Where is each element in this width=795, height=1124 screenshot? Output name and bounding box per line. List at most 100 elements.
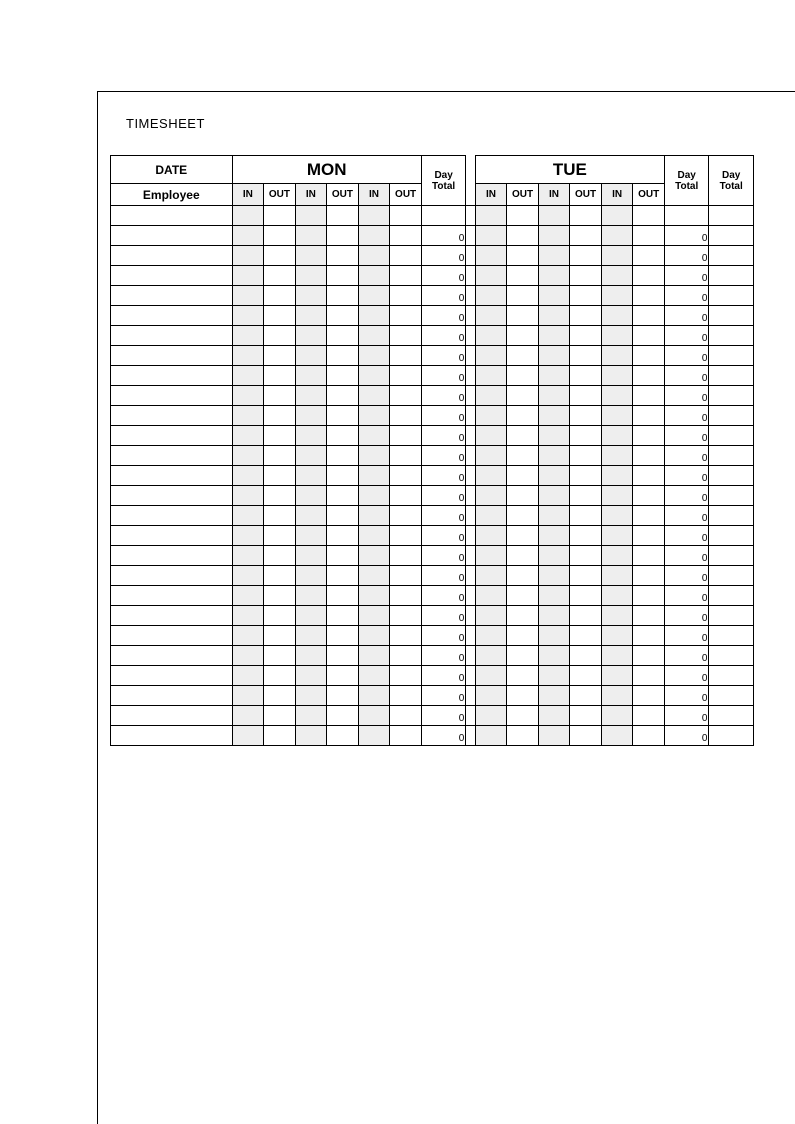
tue-in-1 bbox=[475, 606, 507, 626]
mon-day-total: 0 bbox=[421, 566, 465, 586]
tue-in-2 bbox=[538, 226, 570, 246]
tue-in-3 bbox=[601, 346, 633, 366]
mon-in-3 bbox=[358, 326, 390, 346]
mon-in-2 bbox=[295, 226, 327, 246]
mon-out-3 bbox=[390, 646, 422, 666]
mon-out-1 bbox=[264, 286, 296, 306]
tue-in-1 bbox=[475, 626, 507, 646]
tue-day-total: 0 bbox=[665, 686, 709, 706]
subheader-tue-out-2 bbox=[570, 206, 602, 226]
tue-day-total: 0 bbox=[665, 586, 709, 606]
tue-in-2 bbox=[538, 386, 570, 406]
header-tue-in-2: IN bbox=[538, 184, 570, 206]
tue-in-1 bbox=[475, 286, 507, 306]
mon-out-1 bbox=[264, 686, 296, 706]
tue-out-1 bbox=[507, 426, 539, 446]
mon-out-1 bbox=[264, 346, 296, 366]
extra-day-total bbox=[709, 646, 754, 666]
tue-day-total: 0 bbox=[665, 666, 709, 686]
table-row: 00 bbox=[111, 546, 754, 566]
tue-in-2 bbox=[538, 286, 570, 306]
header-gap bbox=[466, 156, 475, 206]
tue-in-1 bbox=[475, 566, 507, 586]
tue-out-1 bbox=[507, 606, 539, 626]
table-row: 00 bbox=[111, 426, 754, 446]
gap-cell bbox=[466, 626, 475, 646]
extra-day-total bbox=[709, 446, 754, 466]
tue-in-2 bbox=[538, 326, 570, 346]
mon-in-1 bbox=[232, 326, 264, 346]
mon-out-3 bbox=[390, 286, 422, 306]
tue-out-1 bbox=[507, 726, 539, 746]
mon-out-2 bbox=[327, 646, 359, 666]
mon-in-1 bbox=[232, 606, 264, 626]
mon-out-3 bbox=[390, 526, 422, 546]
tue-in-1 bbox=[475, 666, 507, 686]
mon-in-2 bbox=[295, 666, 327, 686]
tue-in-3 bbox=[601, 246, 633, 266]
mon-out-3 bbox=[390, 266, 422, 286]
mon-in-2 bbox=[295, 506, 327, 526]
mon-out-1 bbox=[264, 646, 296, 666]
header-tue-in-1: IN bbox=[475, 184, 507, 206]
extra-day-total bbox=[709, 706, 754, 726]
tue-in-3 bbox=[601, 526, 633, 546]
tue-out-3 bbox=[633, 726, 665, 746]
tue-in-1 bbox=[475, 506, 507, 526]
mon-out-1 bbox=[264, 426, 296, 446]
tue-in-3 bbox=[601, 626, 633, 646]
tue-in-2 bbox=[538, 726, 570, 746]
mon-in-2 bbox=[295, 606, 327, 626]
tue-in-2 bbox=[538, 706, 570, 726]
tue-in-2 bbox=[538, 306, 570, 326]
header-tue-in-3: IN bbox=[601, 184, 633, 206]
employee-cell bbox=[111, 326, 233, 346]
mon-out-1 bbox=[264, 446, 296, 466]
tue-out-1 bbox=[507, 486, 539, 506]
header-mon-out-2: OUT bbox=[327, 184, 359, 206]
employee-cell bbox=[111, 486, 233, 506]
mon-out-1 bbox=[264, 706, 296, 726]
tue-day-total: 0 bbox=[665, 726, 709, 746]
mon-in-3 bbox=[358, 546, 390, 566]
tue-out-1 bbox=[507, 646, 539, 666]
mon-out-2 bbox=[327, 306, 359, 326]
mon-in-3 bbox=[358, 446, 390, 466]
mon-out-3 bbox=[390, 386, 422, 406]
subheader-extra-total bbox=[709, 206, 754, 226]
subheader-mon-out-1 bbox=[264, 206, 296, 226]
mon-in-1 bbox=[232, 226, 264, 246]
mon-out-2 bbox=[327, 566, 359, 586]
mon-day-total: 0 bbox=[421, 586, 465, 606]
gap-cell bbox=[466, 586, 475, 606]
mon-out-2 bbox=[327, 726, 359, 746]
mon-out-1 bbox=[264, 486, 296, 506]
mon-in-2 bbox=[295, 366, 327, 386]
mon-out-2 bbox=[327, 686, 359, 706]
tue-in-3 bbox=[601, 466, 633, 486]
timesheet-table: DATE MON DayTotal TUE DayTotal DayTotal … bbox=[110, 155, 754, 746]
tue-in-3 bbox=[601, 406, 633, 426]
mon-out-2 bbox=[327, 486, 359, 506]
tue-out-1 bbox=[507, 466, 539, 486]
subheader-gap bbox=[466, 206, 475, 226]
employee-cell bbox=[111, 726, 233, 746]
mon-in-3 bbox=[358, 506, 390, 526]
mon-in-3 bbox=[358, 566, 390, 586]
mon-out-3 bbox=[390, 666, 422, 686]
mon-out-2 bbox=[327, 626, 359, 646]
tue-day-total: 0 bbox=[665, 246, 709, 266]
employee-cell bbox=[111, 226, 233, 246]
mon-in-2 bbox=[295, 306, 327, 326]
tue-in-3 bbox=[601, 546, 633, 566]
mon-out-3 bbox=[390, 306, 422, 326]
employee-cell bbox=[111, 246, 233, 266]
mon-out-2 bbox=[327, 386, 359, 406]
header-employee: Employee bbox=[111, 184, 233, 206]
tue-out-2 bbox=[570, 726, 602, 746]
table-row: 00 bbox=[111, 566, 754, 586]
extra-day-total bbox=[709, 326, 754, 346]
tue-in-2 bbox=[538, 626, 570, 646]
tue-out-2 bbox=[570, 386, 602, 406]
tue-out-2 bbox=[570, 326, 602, 346]
